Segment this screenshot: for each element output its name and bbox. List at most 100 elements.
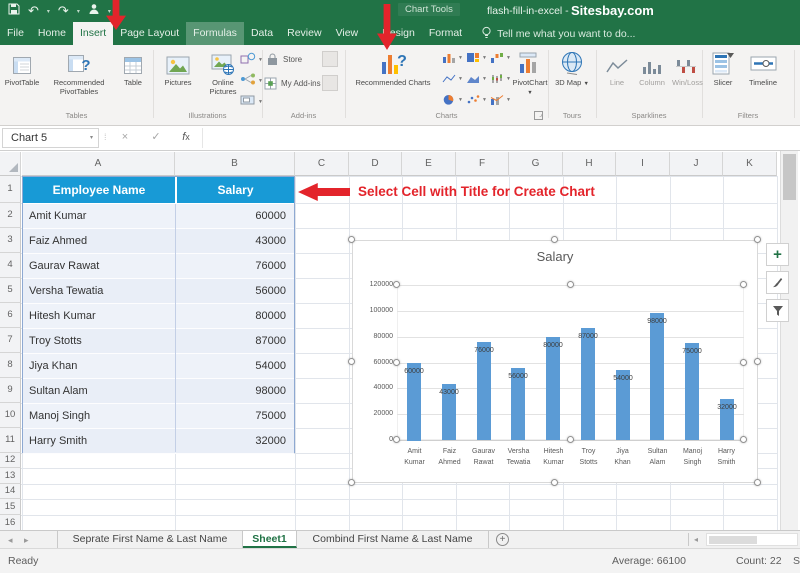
row-header-10[interactable]: 10 xyxy=(0,403,21,428)
tab-format[interactable]: Format xyxy=(422,22,469,45)
sheet-tab-combind-first-name-last-name[interactable]: Combind First Name & Last Name xyxy=(297,531,489,548)
cell-employee-name[interactable]: Jiya Khan xyxy=(29,354,173,378)
horizontal-scrollbar[interactable] xyxy=(706,533,798,546)
table-header-employee-name[interactable]: Employee Name xyxy=(23,177,175,203)
user-icon[interactable] xyxy=(88,2,100,20)
ribbon-sparkline-winloss-button[interactable]: Win/Loss xyxy=(672,48,700,87)
ribbon-addin-recent-2[interactable] xyxy=(322,75,338,91)
ribbon-pictures-button[interactable]: Pictures xyxy=(157,48,199,87)
row-header-13[interactable]: 13 xyxy=(0,468,21,484)
cell-salary[interactable]: 60000 xyxy=(255,204,286,228)
table-row[interactable]: Gaurav Rawat 76000 xyxy=(23,254,294,279)
tab-insert[interactable]: Insert xyxy=(73,22,113,45)
column-header-A[interactable]: A xyxy=(22,152,175,176)
table-row[interactable]: Jiya Khan 54000 xyxy=(23,354,294,379)
row-header-3[interactable]: 3 xyxy=(0,228,21,253)
sheet-tab-seprate-first-name-last-name[interactable]: Seprate First Name & Last Name xyxy=(57,531,243,548)
confirm-entry-icon[interactable]: ✓ xyxy=(146,128,166,148)
sheet-tab-sheet1[interactable]: Sheet1 xyxy=(243,531,297,548)
table-row[interactable]: Harry Smith32000 xyxy=(23,429,294,454)
cell-employee-name[interactable]: Amit Kumar xyxy=(29,204,173,228)
chart-filters-button[interactable] xyxy=(766,299,789,322)
name-box[interactable]: Chart 5▾ xyxy=(2,128,99,148)
row-header-16[interactable]: 16 xyxy=(0,515,21,531)
redo-icon[interactable]: ↷ xyxy=(58,3,69,19)
cell-employee-name[interactable]: Sultan Alam xyxy=(29,379,173,403)
table-row[interactable]: Troy Stotts 87000 xyxy=(23,329,294,354)
tab-page-layout[interactable]: Page Layout xyxy=(113,22,186,45)
tab-view[interactable]: View xyxy=(329,22,366,45)
cell-salary[interactable]: 87000 xyxy=(255,329,286,353)
ribbon-insert-pie-chart-button[interactable]: ▼ xyxy=(442,94,463,105)
tab-file[interactable]: File xyxy=(0,22,31,45)
column-header-J[interactable]: J xyxy=(670,152,723,176)
column-header-B[interactable]: B xyxy=(175,152,295,176)
table-row[interactable]: Amit Kumar 60000 xyxy=(23,204,294,229)
ribbon-insert-line-chart-button[interactable]: ▼ xyxy=(442,73,463,84)
ribbon-smartart-button[interactable]: ▼ xyxy=(240,72,263,90)
ribbon-table-button[interactable]: Table xyxy=(116,48,150,87)
formula-bar-splitter[interactable]: ⁞ xyxy=(104,132,107,142)
ribbon-timeline-button[interactable]: Timeline xyxy=(742,48,784,87)
ribbon-insert-scatter-chart-button[interactable]: ▼ xyxy=(466,94,487,105)
cell-salary[interactable]: 76000 xyxy=(255,254,286,278)
cell-salary[interactable]: 98000 xyxy=(255,379,286,403)
charts-dialog-launcher[interactable]: ⌟ xyxy=(534,111,543,120)
cell-employee-name[interactable]: Manoj Singh xyxy=(29,404,173,428)
ribbon-recommended-pivottables-button[interactable]: ?Recommended PivotTables xyxy=(44,48,114,96)
ribbon-pivotchart-button[interactable]: PivotChart ▼ xyxy=(512,48,548,98)
row-header-14[interactable]: 14 xyxy=(0,484,21,499)
formula-input[interactable] xyxy=(202,128,796,148)
cell-salary[interactable]: 80000 xyxy=(255,304,286,328)
table-row[interactable]: Manoj Singh 75000 xyxy=(23,404,294,429)
tab-formulas[interactable]: Formulas xyxy=(186,22,244,45)
cell-employee-name[interactable]: Troy Stotts xyxy=(29,329,173,353)
table-row[interactable]: Versha Tewatia56000 xyxy=(23,279,294,304)
row-header-15[interactable]: 15 xyxy=(0,499,21,515)
insert-function-icon[interactable]: fx xyxy=(176,128,196,148)
cell-employee-name[interactable]: Versha Tewatia xyxy=(29,279,173,303)
undo-icon[interactable]: ↶ xyxy=(28,3,39,19)
column-header-K[interactable]: K xyxy=(723,152,777,176)
row-header-5[interactable]: 5 xyxy=(0,278,21,303)
ribbon-sparkline-line-button[interactable]: Line xyxy=(602,48,632,87)
ribbon-screenshot-button[interactable]: ▼ xyxy=(240,93,263,111)
ribbon-insert-hier-chart-button[interactable]: ▼ xyxy=(466,52,487,63)
row-header-2[interactable]: 2 xyxy=(0,203,21,228)
tab-home[interactable]: Home xyxy=(31,22,73,45)
column-header-D[interactable]: D xyxy=(349,152,402,176)
column-header-G[interactable]: G xyxy=(509,152,563,176)
save-icon[interactable] xyxy=(8,2,20,20)
column-header-H[interactable]: H xyxy=(563,152,616,176)
ribbon-3d-map-button[interactable]: 3D Map ▼ xyxy=(552,48,592,89)
ribbon-online-pictures-button[interactable]: Online Pictures xyxy=(201,48,245,96)
tab-data[interactable]: Data xyxy=(244,22,280,45)
chart-elements-button[interactable]: + xyxy=(766,243,789,266)
cancel-entry-icon[interactable]: × xyxy=(115,128,135,148)
row-header-7[interactable]: 7 xyxy=(0,328,21,353)
ribbon-insert-area-chart-button[interactable]: ▼ xyxy=(466,73,487,84)
row-header-4[interactable]: 4 xyxy=(0,253,21,278)
ribbon-store-button[interactable]: Store xyxy=(266,53,302,66)
cell-employee-name[interactable]: Gaurav Rawat xyxy=(29,254,173,278)
tell-me-box[interactable]: Tell me what you want to do... xyxy=(481,22,635,45)
row-header-1[interactable]: 1 xyxy=(0,176,21,203)
cell-salary[interactable]: 43000 xyxy=(255,229,286,253)
cell-employee-name[interactable]: Hitesh Kumar xyxy=(29,304,173,328)
data-table[interactable]: Employee NameSalaryAmit Kumar60000Faiz A… xyxy=(22,176,295,453)
cell-employee-name[interactable]: Faiz Ahmed xyxy=(29,229,173,253)
name-box-caret-icon[interactable]: ▾ xyxy=(90,129,93,147)
ribbon-pivottable-button[interactable]: PivotTable xyxy=(2,48,42,87)
horizontal-scrollbar-thumb[interactable] xyxy=(709,536,757,544)
scrollbar-splitter[interactable] xyxy=(688,533,689,546)
cell-salary[interactable]: 32000 xyxy=(255,429,286,453)
row-header-12[interactable]: 12 xyxy=(0,453,21,468)
row-header-11[interactable]: 11 xyxy=(0,428,21,453)
column-header-F[interactable]: F xyxy=(456,152,509,176)
column-header-C[interactable]: C xyxy=(295,152,349,176)
tab-review[interactable]: Review xyxy=(280,22,328,45)
column-header-E[interactable]: E xyxy=(402,152,456,176)
cell-salary[interactable]: 75000 xyxy=(255,404,286,428)
cell-salary[interactable]: 54000 xyxy=(255,354,286,378)
table-row[interactable]: Faiz Ahmed 43000 xyxy=(23,229,294,254)
